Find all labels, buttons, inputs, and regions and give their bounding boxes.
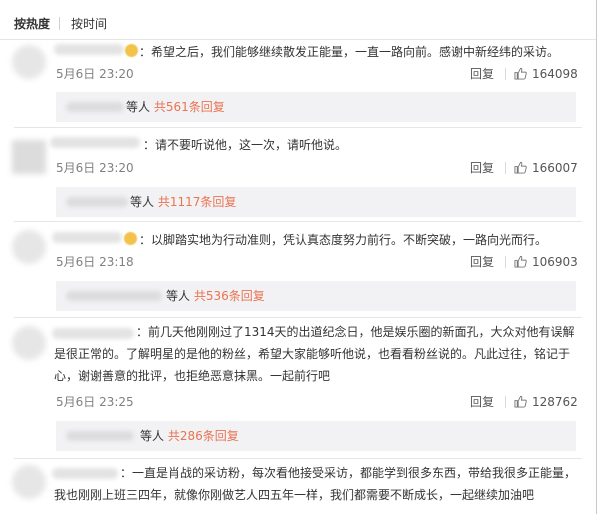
thumbs-up-icon xyxy=(514,255,527,268)
thumbs-up-icon xyxy=(514,161,527,174)
comment-text: ：希望之后，我们能够继续散发正能量，一直一路向前。感谢中新经纬的采访。 xyxy=(139,45,560,59)
reply-thread-prefix: 等人 xyxy=(126,100,154,114)
view-replies-link[interactable]: 共561条回复 xyxy=(154,100,225,114)
avatar[interactable] xyxy=(12,45,46,79)
replier-names-blurred xyxy=(66,431,134,441)
reply-thread[interactable]: 等人 共561条回复 xyxy=(56,92,576,122)
action-divider xyxy=(505,68,506,80)
like-button[interactable]: 106903 xyxy=(514,255,578,269)
like-button[interactable]: 166007 xyxy=(514,161,578,175)
view-replies-link[interactable]: 共286条回复 xyxy=(168,429,239,443)
like-count: 164098 xyxy=(532,67,578,81)
reply-thread[interactable]: 等人 共536条回复 xyxy=(56,281,576,311)
emoji-icon xyxy=(124,232,137,245)
reply-thread-summary: 等人 共286条回复 xyxy=(140,429,239,443)
reply-thread-summary: 等人 共536条回复 xyxy=(166,289,265,303)
username-blurred[interactable] xyxy=(50,137,140,148)
comment-item: ：希望之后，我们能够继续散发正能量，一直一路向前。感谢中新经纬的采访。 5月6日… xyxy=(0,40,596,128)
reply-thread-summary: 等人 共561条回复 xyxy=(126,100,225,114)
action-divider xyxy=(505,256,506,268)
comment-item: ：以脚踏实地为行动准则，凭认真态度努力前行。不断突破，一路向光而行。 5月6日 … xyxy=(0,222,596,317)
action-divider xyxy=(505,396,506,408)
avatar[interactable] xyxy=(12,230,46,264)
comment-item: ：一直是肖战的采访粉，每次看他接受采访，都能学到很多东西，带给我很多正能量，我也… xyxy=(0,459,596,514)
comment-item: ：前几天他刚刚过了1314天的出道纪念日，他是娱乐圈的新面孔，大众对他有误解是很… xyxy=(0,318,596,458)
thumbs-up-icon xyxy=(514,395,527,408)
thumbs-up-icon xyxy=(514,67,527,80)
reply-button[interactable]: 回复 xyxy=(470,67,494,81)
view-replies-link[interactable]: 共536条回复 xyxy=(194,289,265,303)
comment-text: ：前几天他刚刚过了1314天的出道纪念日，他是娱乐圈的新面孔，大众对他有误解是很… xyxy=(54,325,575,383)
reply-thread[interactable]: 等人 共1117条回复 xyxy=(56,187,576,217)
reply-thread-prefix: 等人 xyxy=(140,429,168,443)
action-divider xyxy=(505,162,506,174)
sort-by-hot-tab[interactable]: 按热度 xyxy=(14,17,50,31)
reply-thread[interactable]: 等人 共286条回复 xyxy=(56,421,576,451)
comment-date: 5月6日 23:20 xyxy=(56,161,134,175)
username-blurred[interactable] xyxy=(52,232,122,243)
sort-by-time-tab[interactable]: 按时间 xyxy=(71,17,107,31)
replier-names-blurred xyxy=(66,291,162,301)
reply-button[interactable]: 回复 xyxy=(470,255,494,269)
comment-panel: 按热度 按时间 ：希望之后，我们能够继续散发正能量，一直一路向前。感谢中新经纬的… xyxy=(0,0,597,514)
like-button[interactable]: 128762 xyxy=(514,395,578,409)
reply-button[interactable]: 回复 xyxy=(470,161,494,175)
like-count: 166007 xyxy=(532,161,578,175)
comment-text: ：以脚踏实地为行动准则，凭认真态度努力前行。不断突破，一路向光而行。 xyxy=(139,233,548,247)
reply-button[interactable]: 回复 xyxy=(470,395,494,409)
comment-text: ：请不要听说他，这一次，请听他说。 xyxy=(143,138,348,152)
emoji-icon xyxy=(125,44,138,57)
username-blurred[interactable] xyxy=(54,44,124,55)
sort-bar: 按热度 按时间 xyxy=(0,0,596,40)
reply-thread-prefix: 等人 xyxy=(130,195,158,209)
replier-names-blurred xyxy=(66,102,124,112)
like-count: 128762 xyxy=(532,395,578,409)
like-button[interactable]: 164098 xyxy=(514,67,578,81)
like-count: 106903 xyxy=(532,255,578,269)
avatar[interactable] xyxy=(12,140,46,174)
comment-item: ：请不要听说他，这一次，请听他说。 5月6日 23:20 回复 166007 等… xyxy=(0,128,596,221)
comment-date: 5月6日 23:20 xyxy=(56,67,134,81)
reply-thread-summary: 等人 共1117条回复 xyxy=(130,195,236,209)
replier-names-blurred xyxy=(66,197,128,207)
avatar[interactable] xyxy=(12,465,46,499)
view-replies-link[interactable]: 共1117条回复 xyxy=(158,195,237,209)
comment-date: 5月6日 23:25 xyxy=(56,395,134,409)
reply-thread-prefix: 等人 xyxy=(166,289,194,303)
comment-text: ：一直是肖战的采访粉，每次看他接受采访，都能学到很多东西，带给我很多正能量，我也… xyxy=(54,466,577,502)
comment-date: 5月6日 23:18 xyxy=(56,255,134,269)
avatar[interactable] xyxy=(12,326,46,360)
sort-divider xyxy=(59,17,60,30)
